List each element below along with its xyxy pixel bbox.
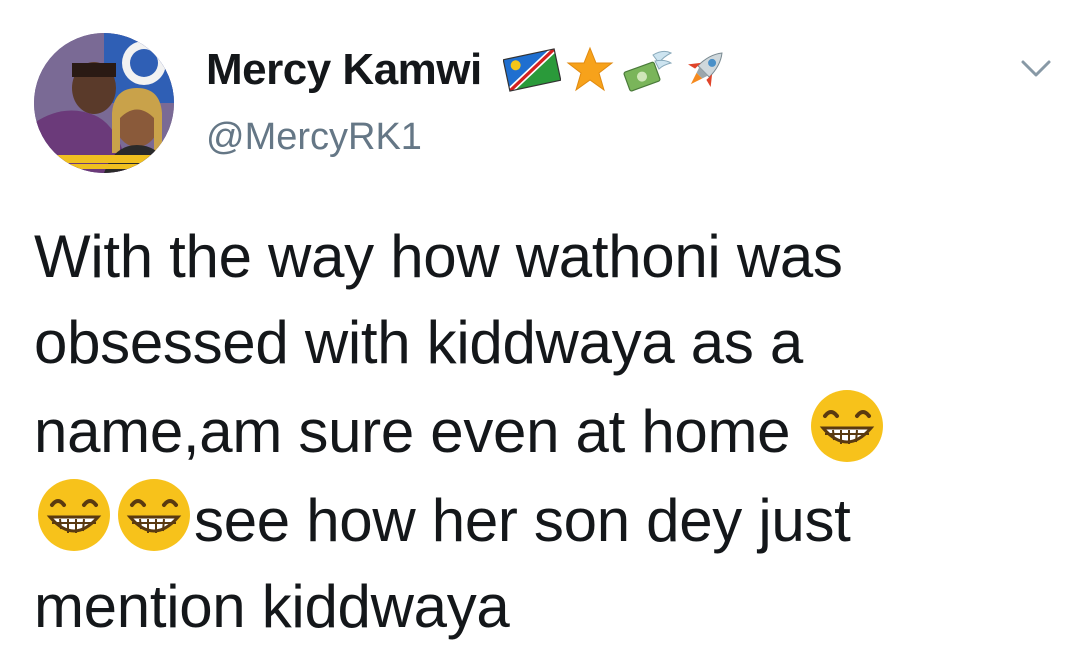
name-badges: [503, 40, 733, 100]
laughing-face-icon: [807, 386, 887, 466]
tweet-text-part-1: With the way how wathoni was obsessed wi…: [34, 223, 843, 465]
chevron-down-icon[interactable]: [1014, 52, 1058, 84]
author-name[interactable]: Mercy Kamwi: [206, 45, 482, 95]
avatar-photo: [34, 33, 174, 173]
money-with-wings-icon: [623, 50, 673, 92]
author-avatar[interactable]: [34, 33, 174, 173]
tweet: Mercy Kamwi @MercyRK1 With the way how w…: [0, 0, 1080, 663]
namibia-flag-icon: [503, 48, 561, 92]
star-icon: [566, 46, 614, 92]
laughing-face-icon: [114, 475, 194, 555]
author-handle[interactable]: @MercyRK1: [206, 116, 422, 159]
tweet-text: With the way how wathoni was obsessed wi…: [34, 214, 1064, 650]
rocket-icon: [688, 52, 723, 87]
laughing-face-icon: [34, 475, 114, 555]
